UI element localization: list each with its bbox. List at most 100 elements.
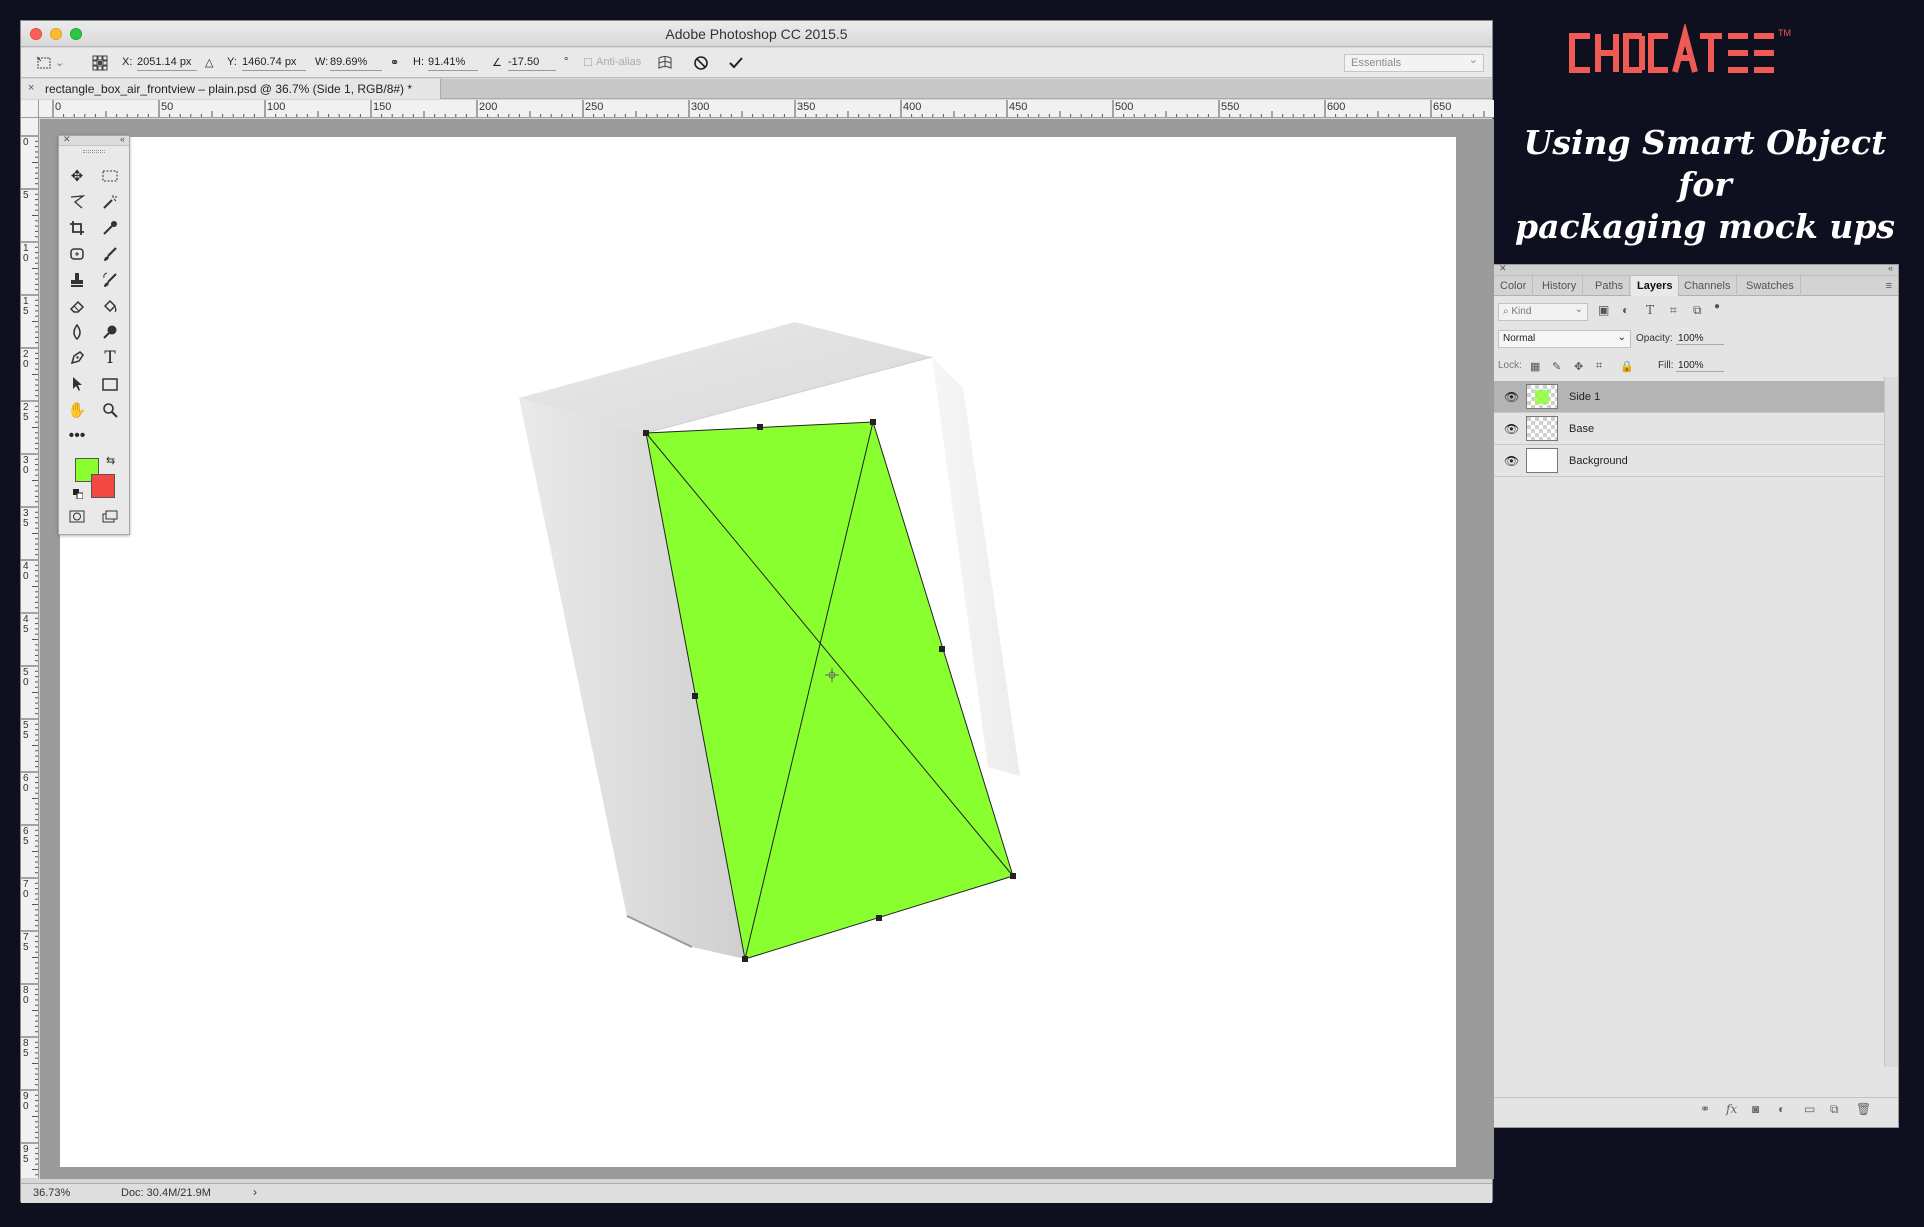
move-tool-icon[interactable]: ✥ — [64, 164, 90, 188]
eraser-tool-icon[interactable] — [64, 294, 90, 318]
add-mask-icon[interactable]: ◙ — [1752, 1102, 1759, 1116]
y-position-field[interactable]: 1460.74 px — [242, 54, 306, 71]
tools-panel-header[interactable]: ✕ « — [59, 134, 129, 146]
close-tab-icon[interactable]: × — [28, 82, 34, 94]
rectangle-tool-icon[interactable] — [97, 372, 123, 396]
tools-close-icon[interactable]: ✕ — [63, 134, 71, 145]
zoom-tool-icon[interactable] — [97, 398, 123, 422]
antialias-checkbox[interactable]: ☐ — [583, 56, 593, 69]
new-adjustment-icon[interactable]: ◐ — [1778, 1102, 1785, 1116]
filter-toggle-icon[interactable]: ● — [1714, 301, 1720, 312]
ruler-tick-label: 650 — [1433, 101, 1452, 113]
panel-menu-icon[interactable]: ≡ — [1886, 280, 1892, 292]
horizontal-ruler[interactable]: 0501001502002503003504004505005506006507… — [39, 100, 1494, 118]
height-field[interactable]: 91.41% — [428, 54, 478, 71]
tab-swatches[interactable]: Swatches — [1740, 276, 1801, 296]
tools-collapse-icon[interactable]: « — [120, 134, 125, 144]
blur-tool-icon[interactable] — [64, 320, 90, 344]
magic-wand-tool-icon[interactable] — [97, 190, 123, 214]
x-position-field[interactable]: 2051.14 px — [137, 54, 197, 71]
link-icon[interactable]: ⚭ — [390, 56, 399, 69]
tab-color[interactable]: Color — [1494, 276, 1534, 296]
commit-transform-icon[interactable] — [727, 54, 745, 72]
visibility-eye-icon[interactable]: 👁 — [1504, 454, 1519, 468]
swap-colors-icon[interactable]: ⇆ — [106, 454, 115, 467]
ruler-tick-label: 10 — [23, 243, 29, 264]
ruler-tick-label: 50 — [161, 101, 174, 113]
document-canvas[interactable] — [60, 137, 1456, 1167]
lock-transparent-icon[interactable]: ▦ — [1530, 360, 1540, 373]
fill-field[interactable]: 100% — [1676, 360, 1724, 372]
lock-artboard-icon[interactable]: ⌗ — [1596, 360, 1602, 373]
delete-layer-icon[interactable]: 🗑 — [1856, 1102, 1871, 1116]
hand-tool-icon[interactable]: ✋ — [64, 398, 90, 422]
lock-position-icon[interactable]: ✥ — [1574, 360, 1583, 373]
transform-tool-icon[interactable] — [35, 54, 53, 72]
tab-history[interactable]: History — [1536, 276, 1584, 296]
quick-mask-icon[interactable] — [64, 504, 90, 528]
status-menu-arrow-icon[interactable]: › — [253, 1185, 257, 1199]
visibility-eye-icon[interactable]: 👁 — [1504, 422, 1519, 436]
panel-close-icon[interactable]: ✕ — [1499, 263, 1507, 274]
link-layers-icon[interactable]: ⚭ — [1700, 1102, 1710, 1116]
brush-tool-icon[interactable] — [97, 242, 123, 266]
layer-row-background[interactable]: 👁 Background — [1494, 445, 1884, 477]
ruler-tick-label: 20 — [23, 349, 29, 370]
ruler-origin[interactable] — [21, 100, 39, 118]
clone-stamp-tool-icon[interactable] — [64, 268, 90, 292]
relative-position-icon[interactable]: △ — [205, 56, 213, 69]
vertical-ruler[interactable]: 0 5 10 15 20 25 30 35 40 45 50 55 60 65 70 75 80 85 90 95 — [21, 118, 39, 1178]
degree-unit: ° — [564, 56, 569, 68]
lock-all-icon[interactable]: 🔒 — [1620, 360, 1634, 373]
lock-image-icon[interactable]: ✎ — [1552, 360, 1561, 373]
opacity-field[interactable]: 100% — [1676, 333, 1724, 345]
layer-style-icon[interactable]: fx — [1726, 1102, 1737, 1116]
filter-pixel-icon[interactable]: ▣ — [1598, 303, 1609, 317]
warp-mode-icon[interactable] — [656, 54, 674, 72]
layers-scrollbar[interactable] — [1884, 377, 1898, 1067]
title-bar[interactable]: Adobe Photoshop CC 2015.5 — [21, 21, 1492, 47]
filter-shape-icon[interactable]: ⌗ — [1670, 303, 1677, 318]
brand-trademark: TM — [1778, 28, 1791, 38]
screen-mode-icon[interactable] — [97, 504, 123, 528]
new-group-icon[interactable]: ▭ — [1804, 1102, 1815, 1116]
layer-row-base[interactable]: 👁 Base — [1494, 413, 1884, 445]
tab-channels[interactable]: Channels — [1678, 276, 1738, 296]
layer-filter-select[interactable]: ⌕ Kind ⌄ — [1498, 303, 1588, 321]
tool-preset-chevron-icon[interactable]: ⌄ — [55, 56, 64, 69]
tab-layers[interactable]: Layers — [1631, 276, 1680, 296]
more-tools-icon[interactable]: ••• — [64, 424, 90, 448]
panel-collapse-icon[interactable]: « — [1888, 263, 1893, 273]
marquee-tool-icon[interactable] — [97, 164, 123, 188]
eyedropper-tool-icon[interactable] — [97, 216, 123, 240]
layer-row-side-1[interactable]: 👁 Side 1 — [1494, 381, 1884, 413]
rotation-field[interactable]: -17.50 — [508, 54, 556, 71]
new-layer-icon[interactable]: ⧉ — [1830, 1102, 1839, 1117]
blend-mode-select[interactable]: Normal ⌄ — [1498, 330, 1631, 348]
healing-brush-tool-icon[interactable] — [64, 242, 90, 266]
default-colors-icon[interactable] — [73, 486, 84, 500]
width-field[interactable]: 89.69% — [330, 54, 382, 71]
filter-adjustment-icon[interactable]: ◐ — [1622, 303, 1629, 317]
lasso-tool-icon[interactable] — [64, 190, 90, 214]
document-tab[interactable]: × rectangle_box_air_frontview – plain.ps… — [21, 79, 441, 99]
filter-type-icon[interactable]: T — [1646, 303, 1654, 317]
path-selection-tool-icon[interactable] — [64, 372, 90, 396]
pen-tool-icon[interactable] — [64, 346, 90, 370]
visibility-eye-icon[interactable]: 👁 — [1504, 390, 1519, 404]
zoom-level[interactable]: 36.73% — [33, 1187, 70, 1199]
filter-smart-object-icon[interactable]: ⧉ — [1693, 303, 1702, 318]
tab-paths[interactable]: Paths — [1589, 276, 1631, 296]
workspace-switcher[interactable]: Essentials — [1344, 53, 1484, 72]
reference-point-icon[interactable] — [91, 54, 109, 72]
cancel-transform-icon[interactable] — [692, 54, 710, 72]
crop-tool-icon[interactable] — [64, 216, 90, 240]
tools-grip[interactable] — [83, 150, 105, 153]
panel-header[interactable]: ✕ « — [1494, 263, 1898, 276]
type-tool-icon[interactable]: T — [97, 346, 123, 370]
dodge-tool-icon[interactable] — [97, 320, 123, 344]
history-brush-tool-icon[interactable] — [97, 268, 123, 292]
background-color-swatch[interactable] — [91, 474, 115, 498]
paint-bucket-tool-icon[interactable] — [97, 294, 123, 318]
document-tab-bar: × rectangle_box_air_frontview – plain.ps… — [21, 79, 1492, 99]
